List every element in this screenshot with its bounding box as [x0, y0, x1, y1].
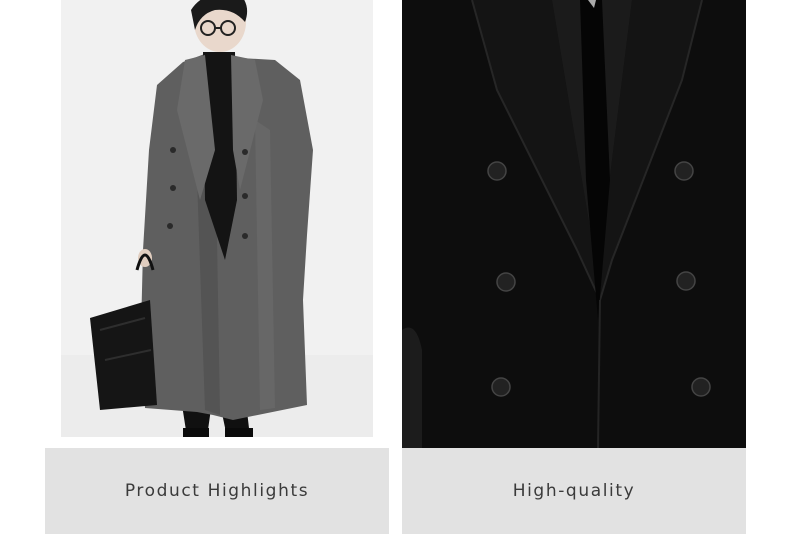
caption-high-quality: High-quality: [402, 448, 746, 534]
product-card-highlights: Product Highlights: [45, 0, 389, 534]
coat-closeup-photo: [402, 0, 746, 448]
product-card-quality: High-quality: [402, 0, 746, 534]
coat-model-photo: [45, 0, 389, 448]
model-illustration: [45, 0, 389, 448]
coat-closeup-illustration: [402, 0, 746, 448]
caption-product-highlights: Product Highlights: [45, 448, 389, 534]
